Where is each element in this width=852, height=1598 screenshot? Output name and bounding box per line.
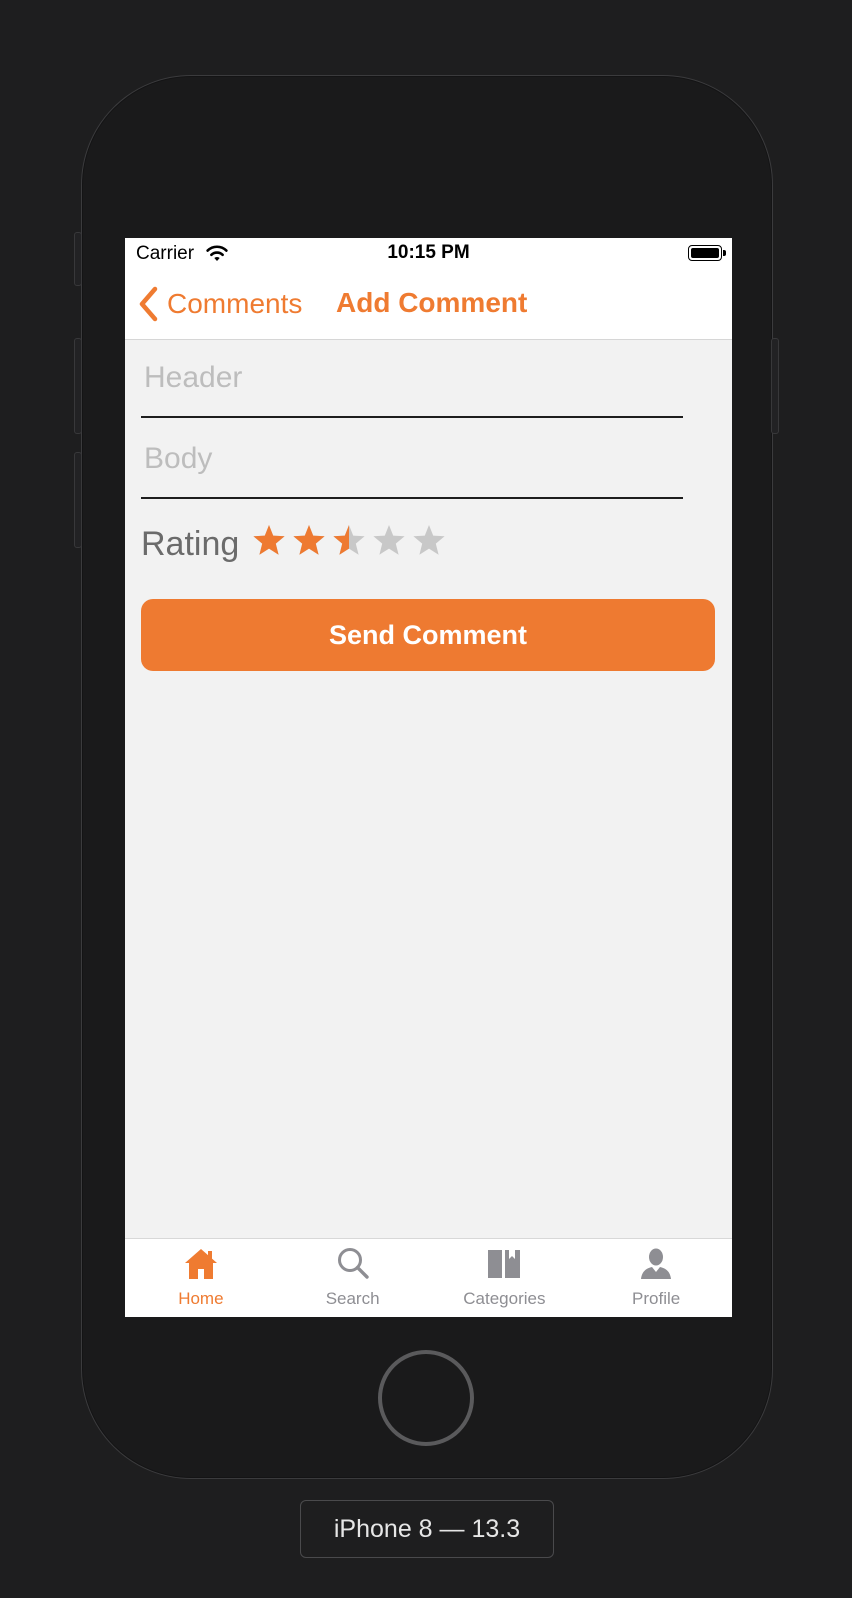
volume-down-button	[74, 452, 82, 548]
home-button[interactable]	[378, 1350, 474, 1446]
power-button	[771, 338, 779, 434]
header-field	[141, 340, 683, 420]
tab-categories[interactable]: Categories	[429, 1239, 581, 1317]
rating-label: Rating	[141, 524, 240, 563]
tab-profile-label: Profile	[632, 1289, 681, 1308]
volume-up-button	[74, 338, 82, 434]
header-input[interactable]	[141, 340, 683, 416]
status-bar: Carrier 10:15 PM	[125, 238, 732, 270]
magnifier-icon	[337, 1248, 369, 1279]
status-time: 10:15 PM	[387, 242, 470, 263]
book-icon	[488, 1250, 521, 1278]
tab-home[interactable]: Home	[125, 1239, 277, 1317]
back-button-label: Comments	[167, 288, 303, 319]
battery-icon	[688, 245, 726, 261]
tab-search[interactable]: Search	[277, 1239, 429, 1317]
page-title: Add Comment	[336, 287, 528, 318]
star-icon[interactable]	[251, 523, 287, 559]
tab-search-label: Search	[325, 1289, 380, 1308]
tab-profile[interactable]: Profile	[580, 1239, 732, 1317]
star-icon[interactable]	[291, 523, 327, 559]
body-field	[141, 421, 683, 501]
navigation-bar: Comments Add Comment	[125, 270, 732, 340]
star-rating[interactable]	[251, 523, 451, 559]
tab-bar: Home Search Categories Profile	[125, 1238, 732, 1317]
star-icon[interactable]	[411, 523, 447, 559]
body-underline	[141, 497, 683, 499]
app-screen: Carrier 10:15 PM Comments Add Comment He…	[125, 238, 732, 1317]
star-icon[interactable]	[331, 523, 367, 559]
back-button[interactable]: Comments	[137, 284, 302, 324]
chevron-left-icon	[139, 286, 158, 322]
body-input[interactable]	[141, 421, 683, 497]
star-icon[interactable]	[371, 523, 407, 559]
mute-switch	[74, 232, 82, 286]
person-icon	[641, 1248, 672, 1279]
rating-row: Rating	[141, 516, 451, 566]
tab-home-label: Home	[178, 1289, 224, 1308]
tab-categories-label: Categories	[463, 1289, 546, 1308]
send-comment-button[interactable]: Send Comment	[141, 599, 715, 671]
header-underline	[141, 416, 683, 418]
house-icon	[184, 1249, 217, 1279]
device-label: iPhone 8 — 13.3	[300, 1500, 554, 1558]
